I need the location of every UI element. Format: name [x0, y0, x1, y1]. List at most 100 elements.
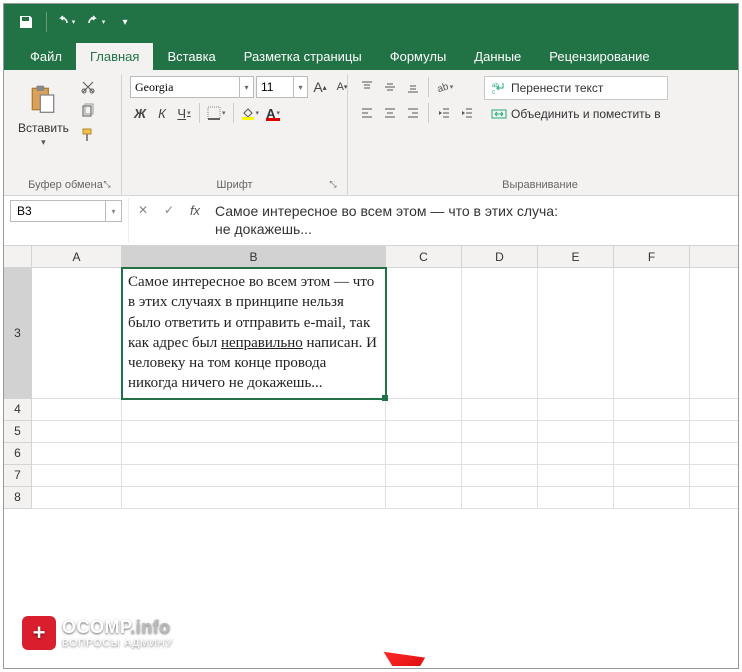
cell[interactable] — [386, 443, 462, 465]
cell[interactable] — [122, 487, 386, 509]
font-launcher-icon[interactable]: ⤡ — [327, 179, 339, 191]
font-color-icon[interactable]: A ▾ — [263, 102, 283, 124]
cell[interactable] — [690, 421, 738, 443]
row-header[interactable]: 4 — [4, 399, 32, 421]
save-icon[interactable] — [12, 8, 40, 36]
cell[interactable] — [614, 399, 690, 421]
cell[interactable] — [386, 399, 462, 421]
format-painter-icon[interactable] — [77, 124, 99, 146]
borders-icon[interactable]: ▾ — [205, 102, 228, 124]
cell[interactable] — [538, 487, 614, 509]
row-header[interactable]: 6 — [4, 443, 32, 465]
cell[interactable] — [690, 268, 738, 399]
cell[interactable] — [538, 465, 614, 487]
cell[interactable] — [122, 465, 386, 487]
cell[interactable] — [614, 268, 690, 399]
tab-formulas[interactable]: Формулы — [376, 43, 461, 70]
paste-button[interactable] — [24, 76, 62, 122]
align-bottom-icon[interactable] — [402, 76, 424, 98]
row-header[interactable]: 8 — [4, 487, 32, 509]
row-header[interactable]: 5 — [4, 421, 32, 443]
cell[interactable] — [462, 399, 538, 421]
cell-b3[interactable]: Самое интересное во всем этом — что в эт… — [122, 268, 386, 399]
font-size-dropdown-icon[interactable]: ▾ — [294, 76, 308, 98]
tab-review[interactable]: Рецензирование — [535, 43, 663, 70]
column-header[interactable] — [690, 246, 738, 268]
cell[interactable] — [32, 487, 122, 509]
enter-icon[interactable]: ✓ — [159, 200, 179, 220]
font-name-input[interactable]: Georgia — [130, 76, 240, 98]
tab-page-layout[interactable]: Разметка страницы — [230, 43, 376, 70]
cell[interactable] — [122, 399, 386, 421]
redo-icon[interactable]: ▾ — [81, 8, 109, 36]
increase-font-icon[interactable]: A▴ — [310, 76, 330, 98]
cell[interactable] — [32, 443, 122, 465]
select-all-corner[interactable] — [4, 246, 32, 268]
cell[interactable] — [462, 421, 538, 443]
customize-qat-icon[interactable]: ▾ — [111, 8, 139, 36]
cell[interactable] — [122, 443, 386, 465]
worksheet-grid[interactable]: A B C D E F 3 Самое интересное во всем э… — [4, 246, 738, 666]
cell[interactable] — [32, 421, 122, 443]
align-center-icon[interactable] — [379, 102, 401, 124]
cell[interactable] — [614, 487, 690, 509]
cell[interactable] — [690, 465, 738, 487]
column-header[interactable]: A — [32, 246, 122, 268]
column-header[interactable]: B — [122, 246, 386, 268]
cell[interactable] — [462, 487, 538, 509]
cell[interactable] — [386, 421, 462, 443]
cut-icon[interactable] — [77, 76, 99, 98]
cell[interactable] — [538, 421, 614, 443]
cell[interactable] — [690, 487, 738, 509]
cell[interactable] — [690, 399, 738, 421]
merge-center-button[interactable]: Объединить и поместить в — [484, 102, 668, 126]
italic-button[interactable]: К — [152, 102, 172, 124]
column-header[interactable]: C — [386, 246, 462, 268]
tab-file[interactable]: Файл — [16, 43, 76, 70]
cell[interactable] — [538, 443, 614, 465]
cell[interactable] — [614, 465, 690, 487]
align-right-icon[interactable] — [402, 102, 424, 124]
cell[interactable] — [462, 443, 538, 465]
fx-icon[interactable]: fx — [185, 200, 205, 220]
font-name-combo[interactable]: Georgia ▾ — [130, 76, 254, 98]
increase-indent-icon[interactable] — [456, 102, 478, 124]
column-header[interactable]: E — [538, 246, 614, 268]
cell[interactable] — [386, 268, 462, 399]
cell[interactable] — [462, 268, 538, 399]
undo-icon[interactable]: ▾ — [51, 8, 79, 36]
copy-icon[interactable] — [77, 100, 99, 122]
row-header[interactable]: 3 — [4, 268, 32, 399]
column-header[interactable]: D — [462, 246, 538, 268]
cell[interactable] — [386, 487, 462, 509]
row-header[interactable]: 7 — [4, 465, 32, 487]
align-top-icon[interactable] — [356, 76, 378, 98]
column-header[interactable]: F — [614, 246, 690, 268]
tab-insert[interactable]: Вставка — [153, 43, 229, 70]
cell[interactable] — [538, 399, 614, 421]
cell[interactable] — [386, 465, 462, 487]
formula-input[interactable]: Самое интересное во всем этом — что в эт… — [211, 200, 734, 240]
cell[interactable] — [614, 421, 690, 443]
underline-button[interactable]: Ч▾ — [174, 102, 194, 124]
align-middle-icon[interactable] — [379, 76, 401, 98]
decrease-indent-icon[interactable] — [433, 102, 455, 124]
orientation-icon[interactable]: ab▾ — [433, 76, 455, 98]
align-left-icon[interactable] — [356, 102, 378, 124]
paste-label[interactable]: Вставить▾ — [18, 122, 69, 148]
cell[interactable] — [32, 268, 122, 399]
bold-button[interactable]: Ж — [130, 102, 150, 124]
cell[interactable] — [462, 465, 538, 487]
tab-home[interactable]: Главная — [76, 43, 153, 70]
wrap-text-button[interactable]: abc Перенести текст — [484, 76, 668, 100]
cancel-icon[interactable]: ✕ — [133, 200, 153, 220]
fill-color-icon[interactable]: ▾ — [239, 102, 262, 124]
name-box[interactable]: B3 — [10, 200, 106, 222]
cell[interactable] — [614, 443, 690, 465]
clipboard-launcher-icon[interactable]: ⤡ — [101, 179, 113, 191]
cell[interactable] — [32, 399, 122, 421]
cell[interactable] — [690, 443, 738, 465]
name-box-dropdown-icon[interactable]: ▾ — [106, 200, 122, 222]
font-size-input[interactable]: 11 — [256, 76, 294, 98]
cell[interactable] — [538, 268, 614, 399]
